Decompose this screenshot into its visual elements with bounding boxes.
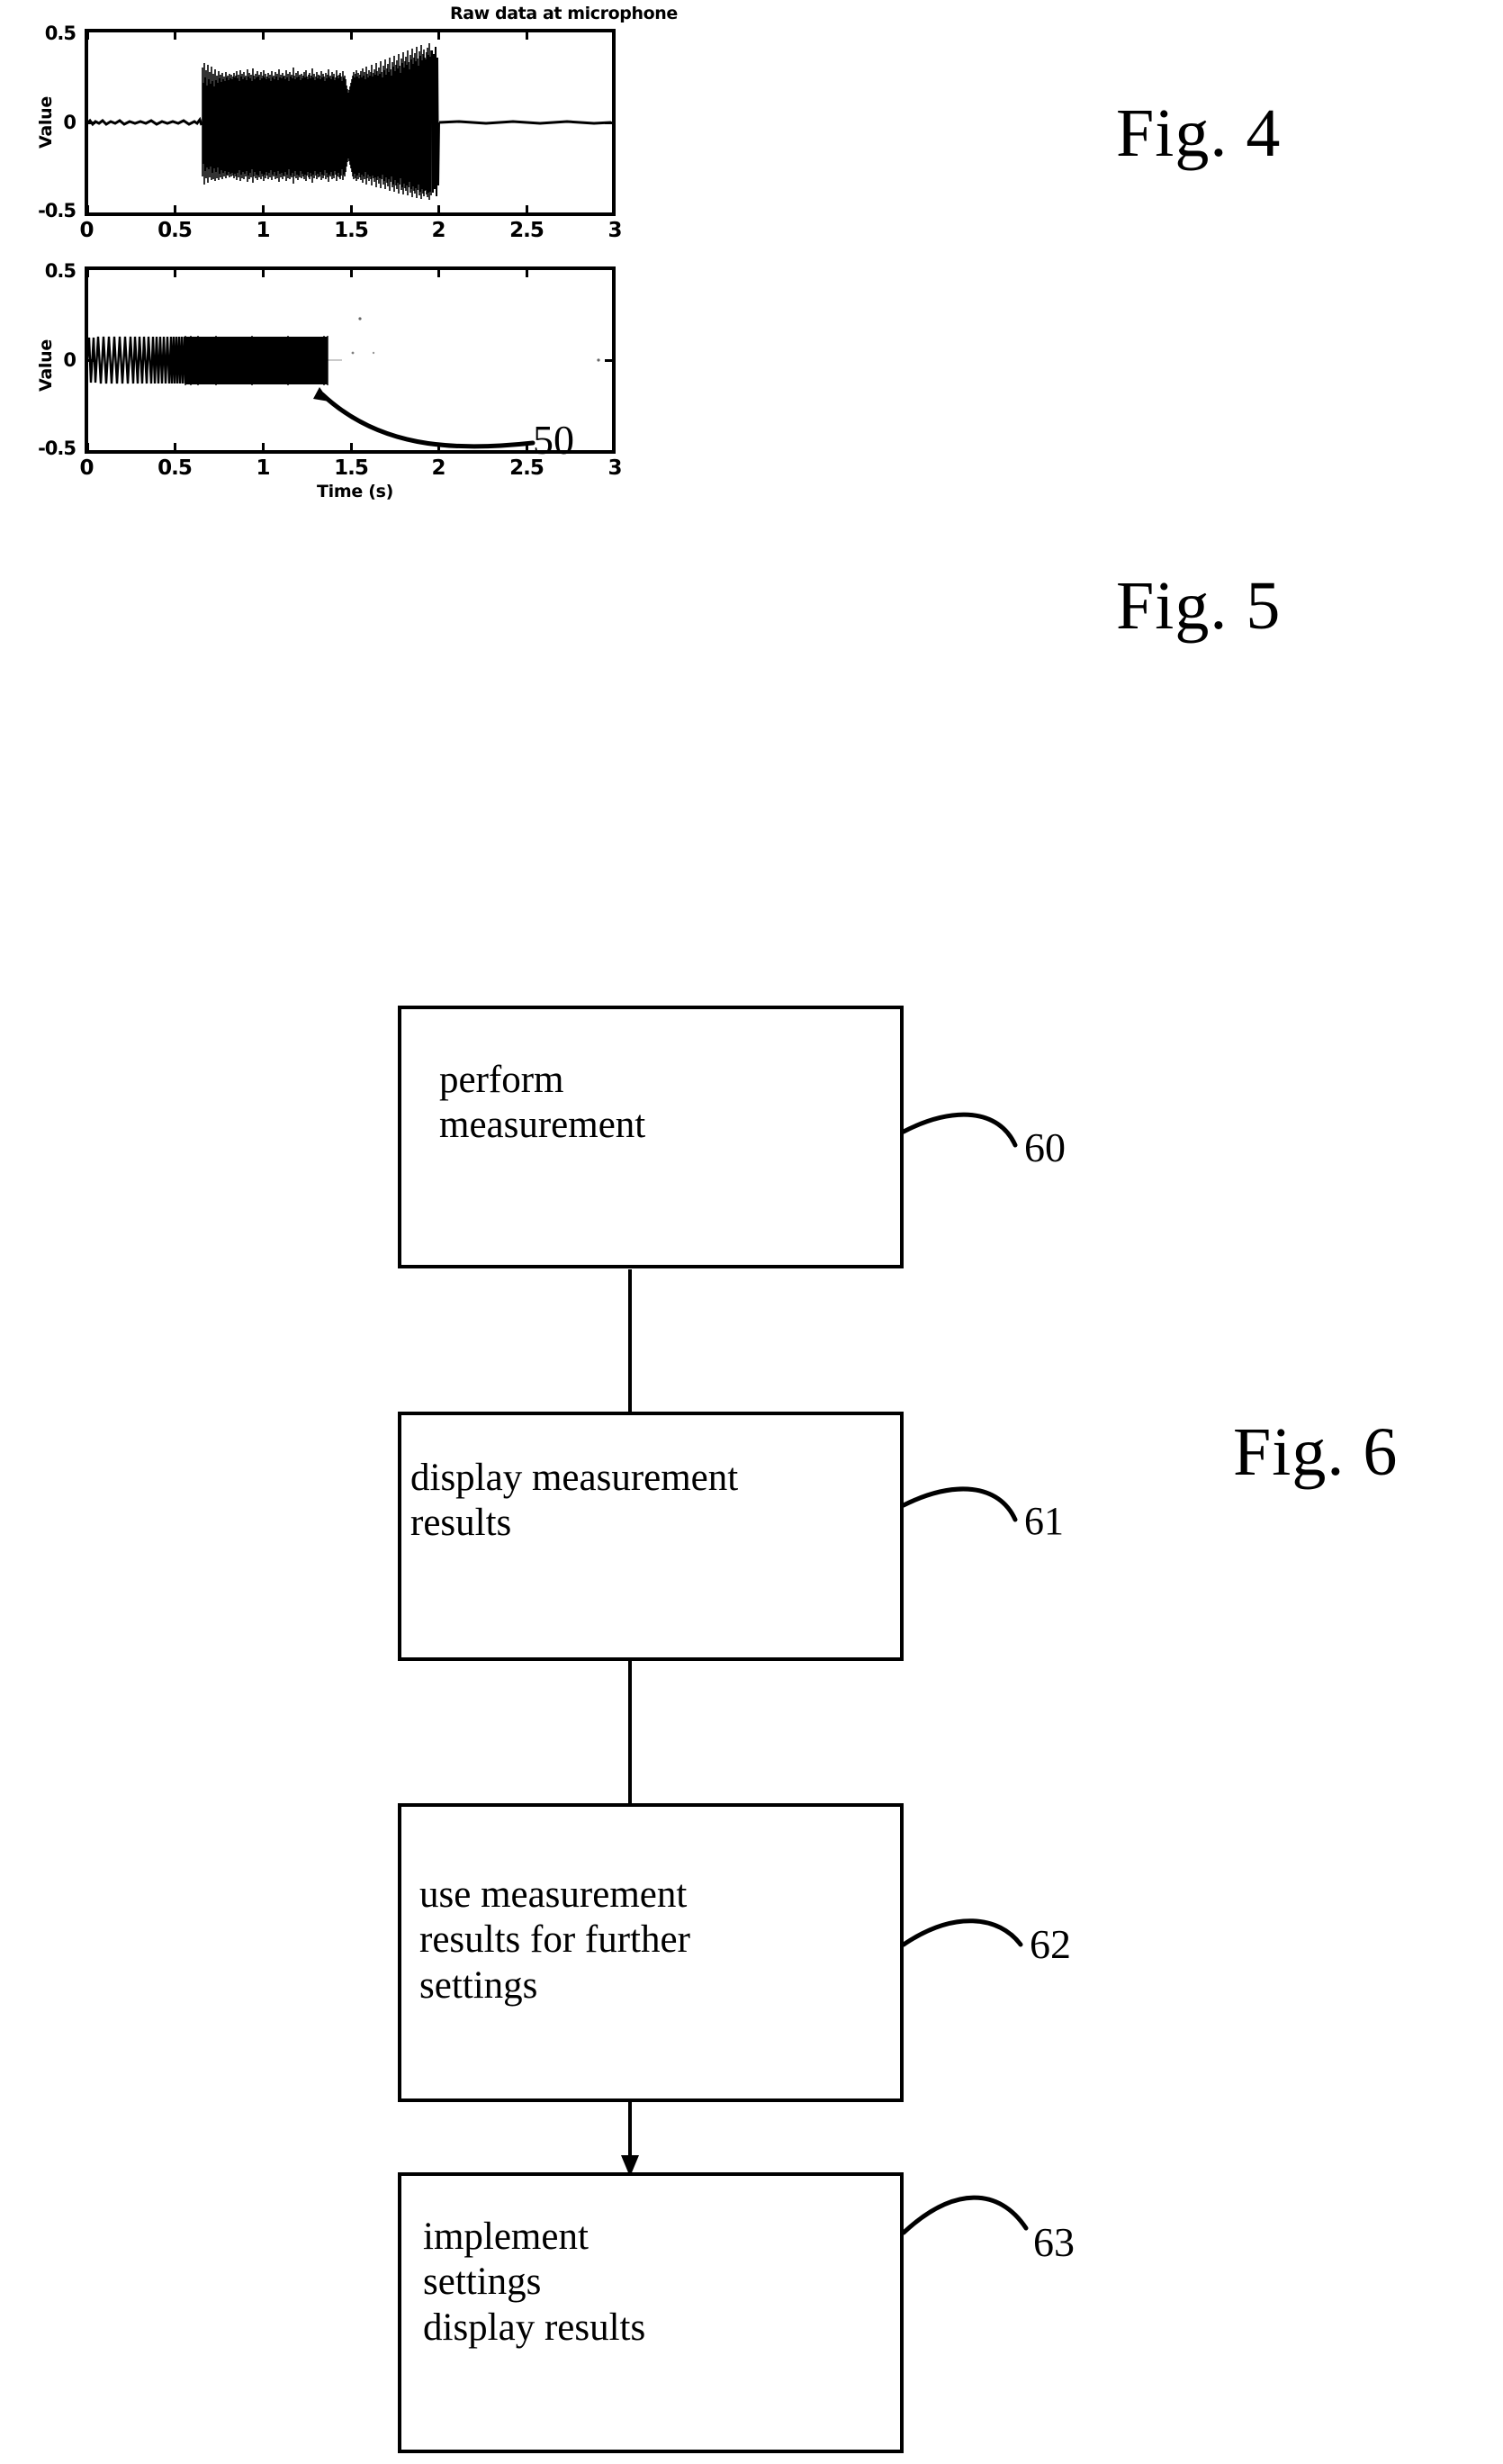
patent-drawing-sheet: Raw data at microphone Value 0.5 0 -0.5 xyxy=(0,0,1503,2464)
reference-numeral-61: 61 xyxy=(1024,1499,1064,1543)
flow-step-label-60: perform measurement xyxy=(439,1059,646,1147)
reference-numeral-63: 63 xyxy=(1033,2219,1075,2265)
flow-step-label-61: display measurement results xyxy=(410,1457,739,1545)
flow-step-label-62: use measurement results for further sett… xyxy=(419,1873,690,2007)
figure-6-flowchart: perform measurement 60 display measureme… xyxy=(0,0,1503,2464)
figure-6-label: Fig. 6 xyxy=(1233,1414,1399,1490)
reference-numeral-60: 60 xyxy=(1024,1124,1066,1170)
reference-numeral-62: 62 xyxy=(1030,1921,1071,1967)
flow-step-label-63: implement settings display results xyxy=(423,2216,646,2349)
